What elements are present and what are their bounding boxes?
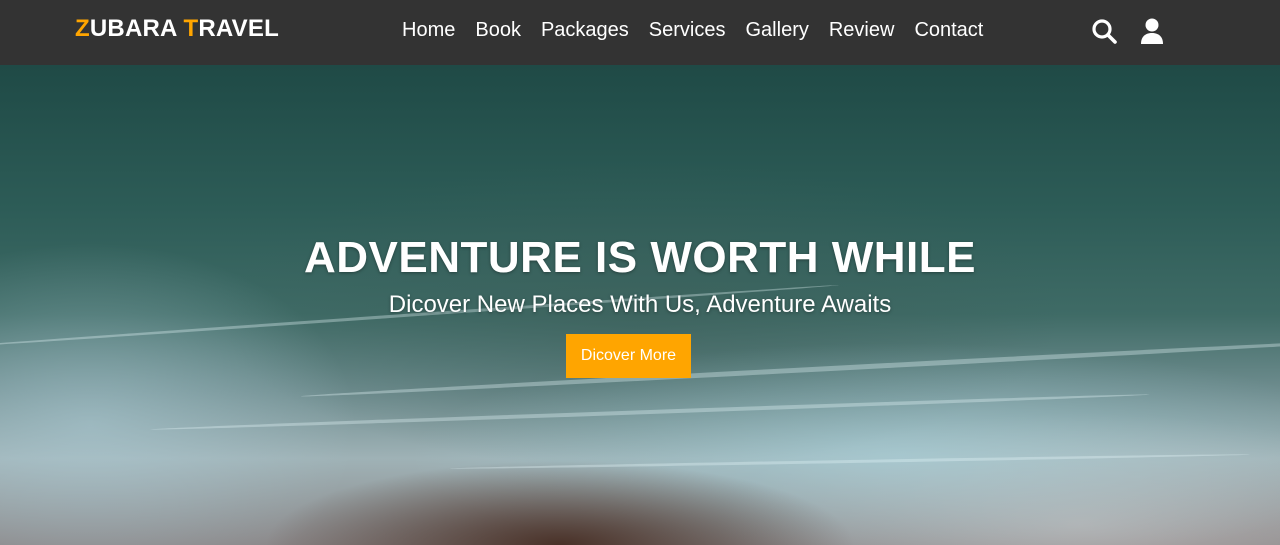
main-nav: Home Book Packages Services Gallery Revi… <box>392 18 993 42</box>
nav-gallery[interactable]: Gallery <box>736 18 819 42</box>
nav-review[interactable]: Review <box>819 18 905 42</box>
nav-contact[interactable]: Contact <box>904 18 993 42</box>
user-icon[interactable] <box>1138 16 1166 46</box>
nav-packages[interactable]: Packages <box>531 18 639 42</box>
nav-services[interactable]: Services <box>639 18 736 42</box>
logo-word-ubara: UBARA <box>89 15 184 42</box>
hero-title: ADVENTURE IS WORTH WHILE <box>304 233 976 282</box>
logo-letter-z: Z <box>75 15 90 42</box>
search-icon[interactable] <box>1090 16 1118 46</box>
nav-icons <box>1090 16 1166 46</box>
brand-logo[interactable]: ZUBARA TRAVEL <box>75 15 279 43</box>
hero-subtitle: Dicover New Places With Us, Adventure Aw… <box>388 291 892 318</box>
hero-content: ADVENTURE IS WORTH WHILE Dicover New Pla… <box>0 65 1280 545</box>
hero-section: ADVENTURE IS WORTH WHILE Dicover New Pla… <box>0 65 1280 545</box>
nav-home[interactable]: Home <box>392 18 465 42</box>
nav-book[interactable]: Book <box>465 18 531 42</box>
logo-letter-t: T <box>183 15 199 42</box>
navbar: ZUBARA TRAVEL Home Book Packages Service… <box>0 0 1280 65</box>
discover-more-button[interactable]: Dicover More <box>566 334 691 378</box>
logo-word-ravel: RAVEL <box>198 15 279 42</box>
